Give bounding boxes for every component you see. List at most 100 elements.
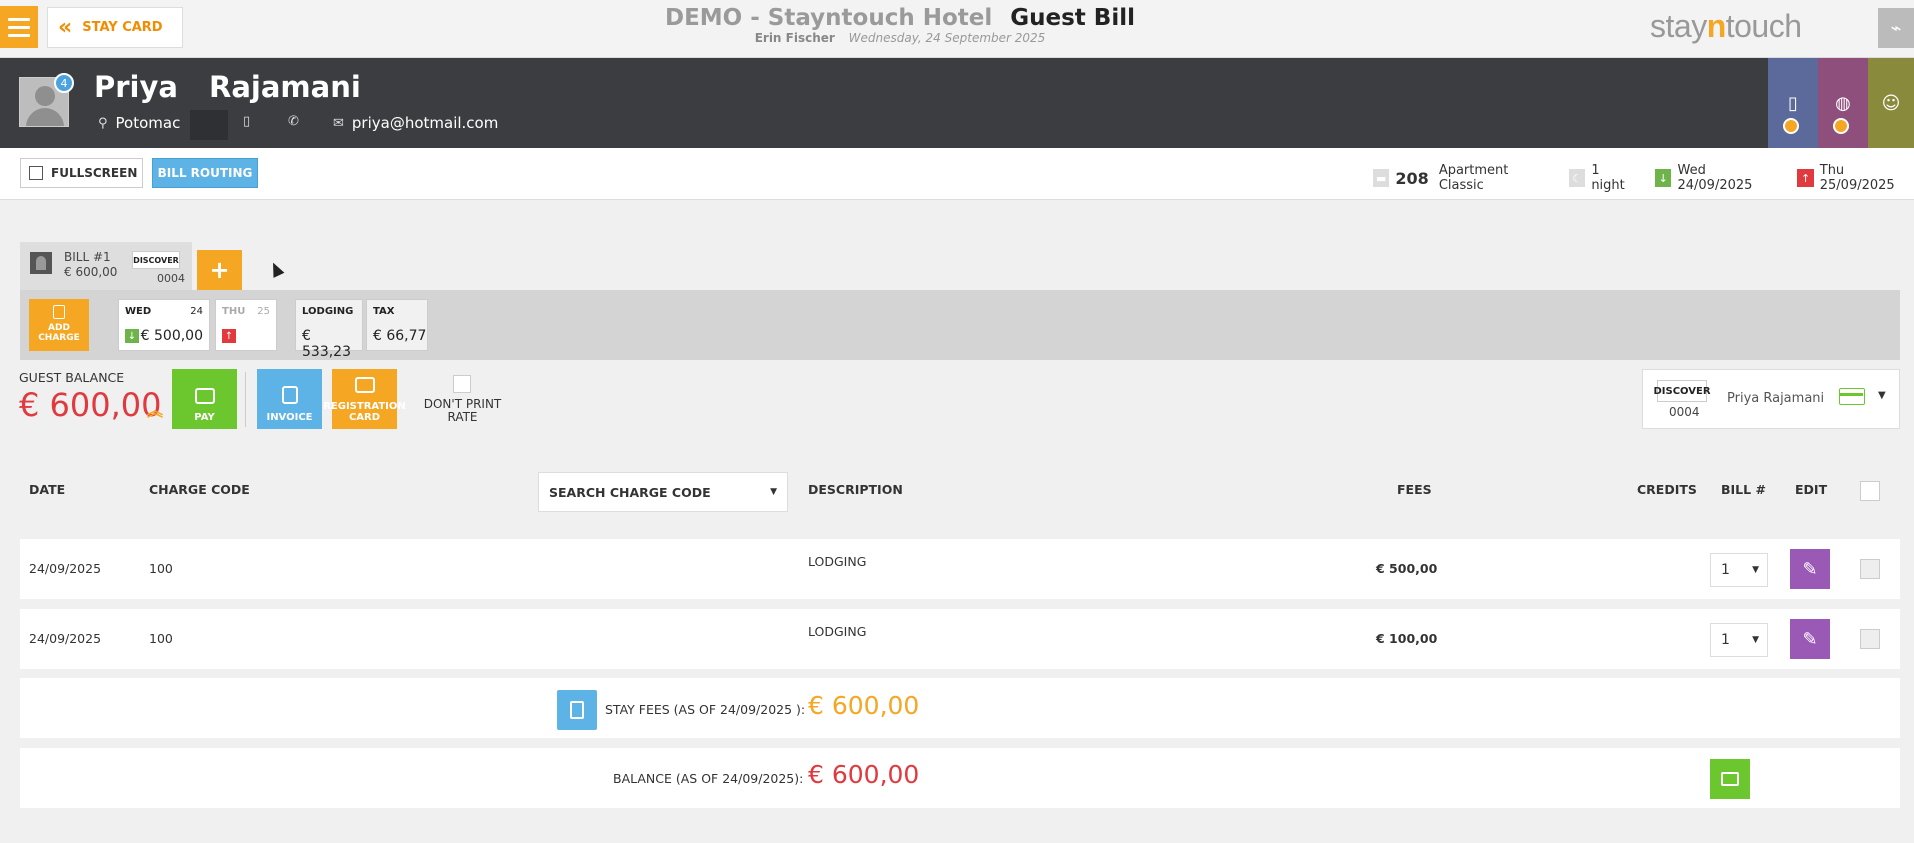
- edit-button[interactable]: ✎: [1790, 549, 1830, 589]
- wallet-icon: [194, 388, 215, 404]
- table-row: 24/09/2025 100 LODGING € 100,00 1 ▼ ✎: [20, 609, 1900, 669]
- discover-card-logo: DISCOVER: [132, 251, 180, 269]
- col-edit: EDIT: [1795, 482, 1828, 497]
- receipt-icon: [53, 305, 65, 319]
- phone-icon: ✆: [288, 114, 299, 129]
- arrival-date: Wed 24/09/2025: [1677, 163, 1753, 193]
- card-digits: 0004: [157, 272, 185, 285]
- action-bar: FULLSCREEN BILL ROUTING ▬ 208 Apartment …: [0, 148, 1914, 200]
- mobile-phone[interactable]: ▯: [243, 114, 250, 129]
- table-row: 24/09/2025 100 LODGING € 500,00 1 ▼ ✎: [20, 539, 1900, 599]
- dont-print-rate-checkbox[interactable]: [453, 375, 471, 393]
- col-description: DESCRIPTION: [808, 482, 903, 497]
- balance-amount: € 600,00: [808, 760, 920, 789]
- card-digits: 0004: [1669, 405, 1700, 419]
- hotel-name: DEMO - Stayntouch Hotel: [664, 5, 993, 31]
- chevron-down-icon: ▼: [1878, 390, 1886, 401]
- chevron-down-icon: ▼: [1752, 565, 1759, 575]
- stayntouch-logo: stayntouch: [1650, 8, 1802, 44]
- col-charge-code: CHARGE CODE: [149, 482, 250, 497]
- departure-arrow-icon: ↑: [1797, 169, 1814, 187]
- user-name: Erin Fischer: [754, 31, 835, 45]
- row-checkbox[interactable]: [1860, 559, 1880, 579]
- email-icon: ✉: [333, 115, 344, 131]
- arrival-arrow-icon: ↓: [125, 329, 139, 343]
- bill-tab-1[interactable]: BILL #1 € 600,00 DISCOVER 0004: [20, 242, 192, 292]
- col-credits: CREDITS: [1637, 482, 1697, 497]
- activity-pulse-button[interactable]: ⌁: [1878, 8, 1914, 48]
- pencil-icon: ✎: [1802, 558, 1818, 580]
- row-code: 100: [149, 561, 173, 576]
- room-number: 208: [1395, 168, 1429, 188]
- bill-number-select[interactable]: 1 ▼: [1710, 623, 1768, 657]
- row-code: 100: [149, 631, 173, 646]
- stay-card-back-button[interactable]: « STAY CARD: [47, 7, 183, 48]
- receipt-icon[interactable]: [557, 690, 597, 730]
- stay-card-label: STAY CARD: [82, 20, 163, 35]
- guest-location: ⚲ Potomac: [98, 114, 180, 132]
- chevron-down-icon: ▼: [1752, 635, 1759, 645]
- stay-fees-amount: € 600,00: [808, 691, 920, 720]
- globe-icon: ◍: [1835, 92, 1851, 114]
- payment-method-selector[interactable]: DISCOVER 0004 Priya Rajamani ▼: [1642, 369, 1900, 429]
- arrival-arrow-icon: ↓: [1655, 169, 1672, 187]
- search-charge-code-dropdown[interactable]: SEARCH CHARGE CODE ▼: [538, 472, 788, 512]
- bill-number-select[interactable]: 1 ▼: [1710, 553, 1768, 587]
- guest-email[interactable]: ✉ priya@hotmail.com: [333, 114, 498, 132]
- moon-icon: ☾: [1568, 169, 1586, 187]
- pay-button[interactable]: PAY: [172, 369, 237, 429]
- guest-last-name: Rajamani: [209, 70, 361, 104]
- header-tiles: ▯ ◍ ☺: [1768, 58, 1914, 148]
- day-amount: € 500,00: [140, 328, 203, 344]
- guest-mini-avatar: [30, 252, 52, 274]
- bill-amount: € 600,00: [64, 265, 118, 279]
- day-thu[interactable]: THU 25 ↑: [215, 299, 277, 351]
- menu-button[interactable]: [0, 6, 38, 48]
- registration-card-button[interactable]: REGISTRATION CARD: [323, 369, 406, 429]
- redacted-field: [190, 110, 228, 140]
- lodging-summary: LODGING € 533,23: [295, 299, 363, 360]
- credit-card-icon: [1839, 388, 1865, 405]
- fullscreen-button[interactable]: FULLSCREEN: [20, 158, 143, 188]
- guest-header: 4 Priya Rajamani ⚲ Potomac ▯ ✆ ✉ priya@h…: [0, 58, 1914, 148]
- location-pin-icon: ⚲: [98, 115, 108, 131]
- pencil-icon: ✎: [1802, 628, 1818, 650]
- pay-balance-button[interactable]: [1710, 759, 1750, 799]
- guest-balance-amount: € 600,00: [19, 386, 162, 424]
- page-title: Guest Bill: [1010, 5, 1135, 31]
- row-checkbox[interactable]: [1860, 629, 1880, 649]
- phone[interactable]: ✆: [288, 114, 299, 129]
- select-all-checkbox[interactable]: [1860, 481, 1880, 501]
- double-chevron-left-icon: «: [58, 14, 73, 40]
- page-header: DEMO - Stayntouch Hotel Guest Bill Erin …: [600, 5, 1200, 45]
- guest-balance-label: GUEST BALANCE: [19, 370, 125, 385]
- mobile-icon: ▯: [243, 114, 251, 129]
- col-date: DATE: [29, 482, 66, 497]
- row-date: 24/09/2025: [29, 631, 102, 646]
- mouse-cursor: [267, 260, 285, 278]
- web-tile[interactable]: ◍: [1818, 58, 1868, 148]
- edit-button[interactable]: ✎: [1790, 619, 1830, 659]
- departure-arrow-icon: ↑: [222, 329, 236, 343]
- hotel-tile[interactable]: ▯: [1768, 58, 1818, 148]
- group-tile[interactable]: ☺: [1868, 58, 1914, 148]
- bill-number: BILL #1: [64, 250, 111, 264]
- departure-date: Thu 25/09/2025: [1819, 163, 1895, 193]
- wallet-icon: [1721, 772, 1739, 786]
- bill-routing-button[interactable]: BILL ROUTING: [152, 158, 258, 188]
- row-description: LODGING: [808, 624, 867, 639]
- top-bar: « STAY CARD DEMO - Stayntouch Hotel Gues…: [0, 0, 1914, 58]
- invoice-button[interactable]: INVOICE: [257, 369, 322, 429]
- add-charge-button[interactable]: ADD CHARGE: [29, 299, 89, 351]
- search-icon: [1833, 118, 1849, 134]
- expand-icon: [29, 166, 43, 180]
- day-wed[interactable]: WED 24 ↓ € 500,00: [118, 299, 210, 351]
- row-description: LODGING: [808, 554, 867, 569]
- stay-fees-label: STAY FEES (AS OF 24/09/2025 ):: [605, 702, 806, 717]
- divider: [245, 372, 246, 427]
- add-bill-button[interactable]: +: [197, 250, 242, 290]
- row-fees: € 100,00: [1376, 631, 1438, 646]
- people-icon: ☺: [1881, 92, 1901, 114]
- balance-label: BALANCE (AS OF 24/09/2025):: [613, 771, 804, 786]
- guest-count-badge: 4: [54, 73, 74, 93]
